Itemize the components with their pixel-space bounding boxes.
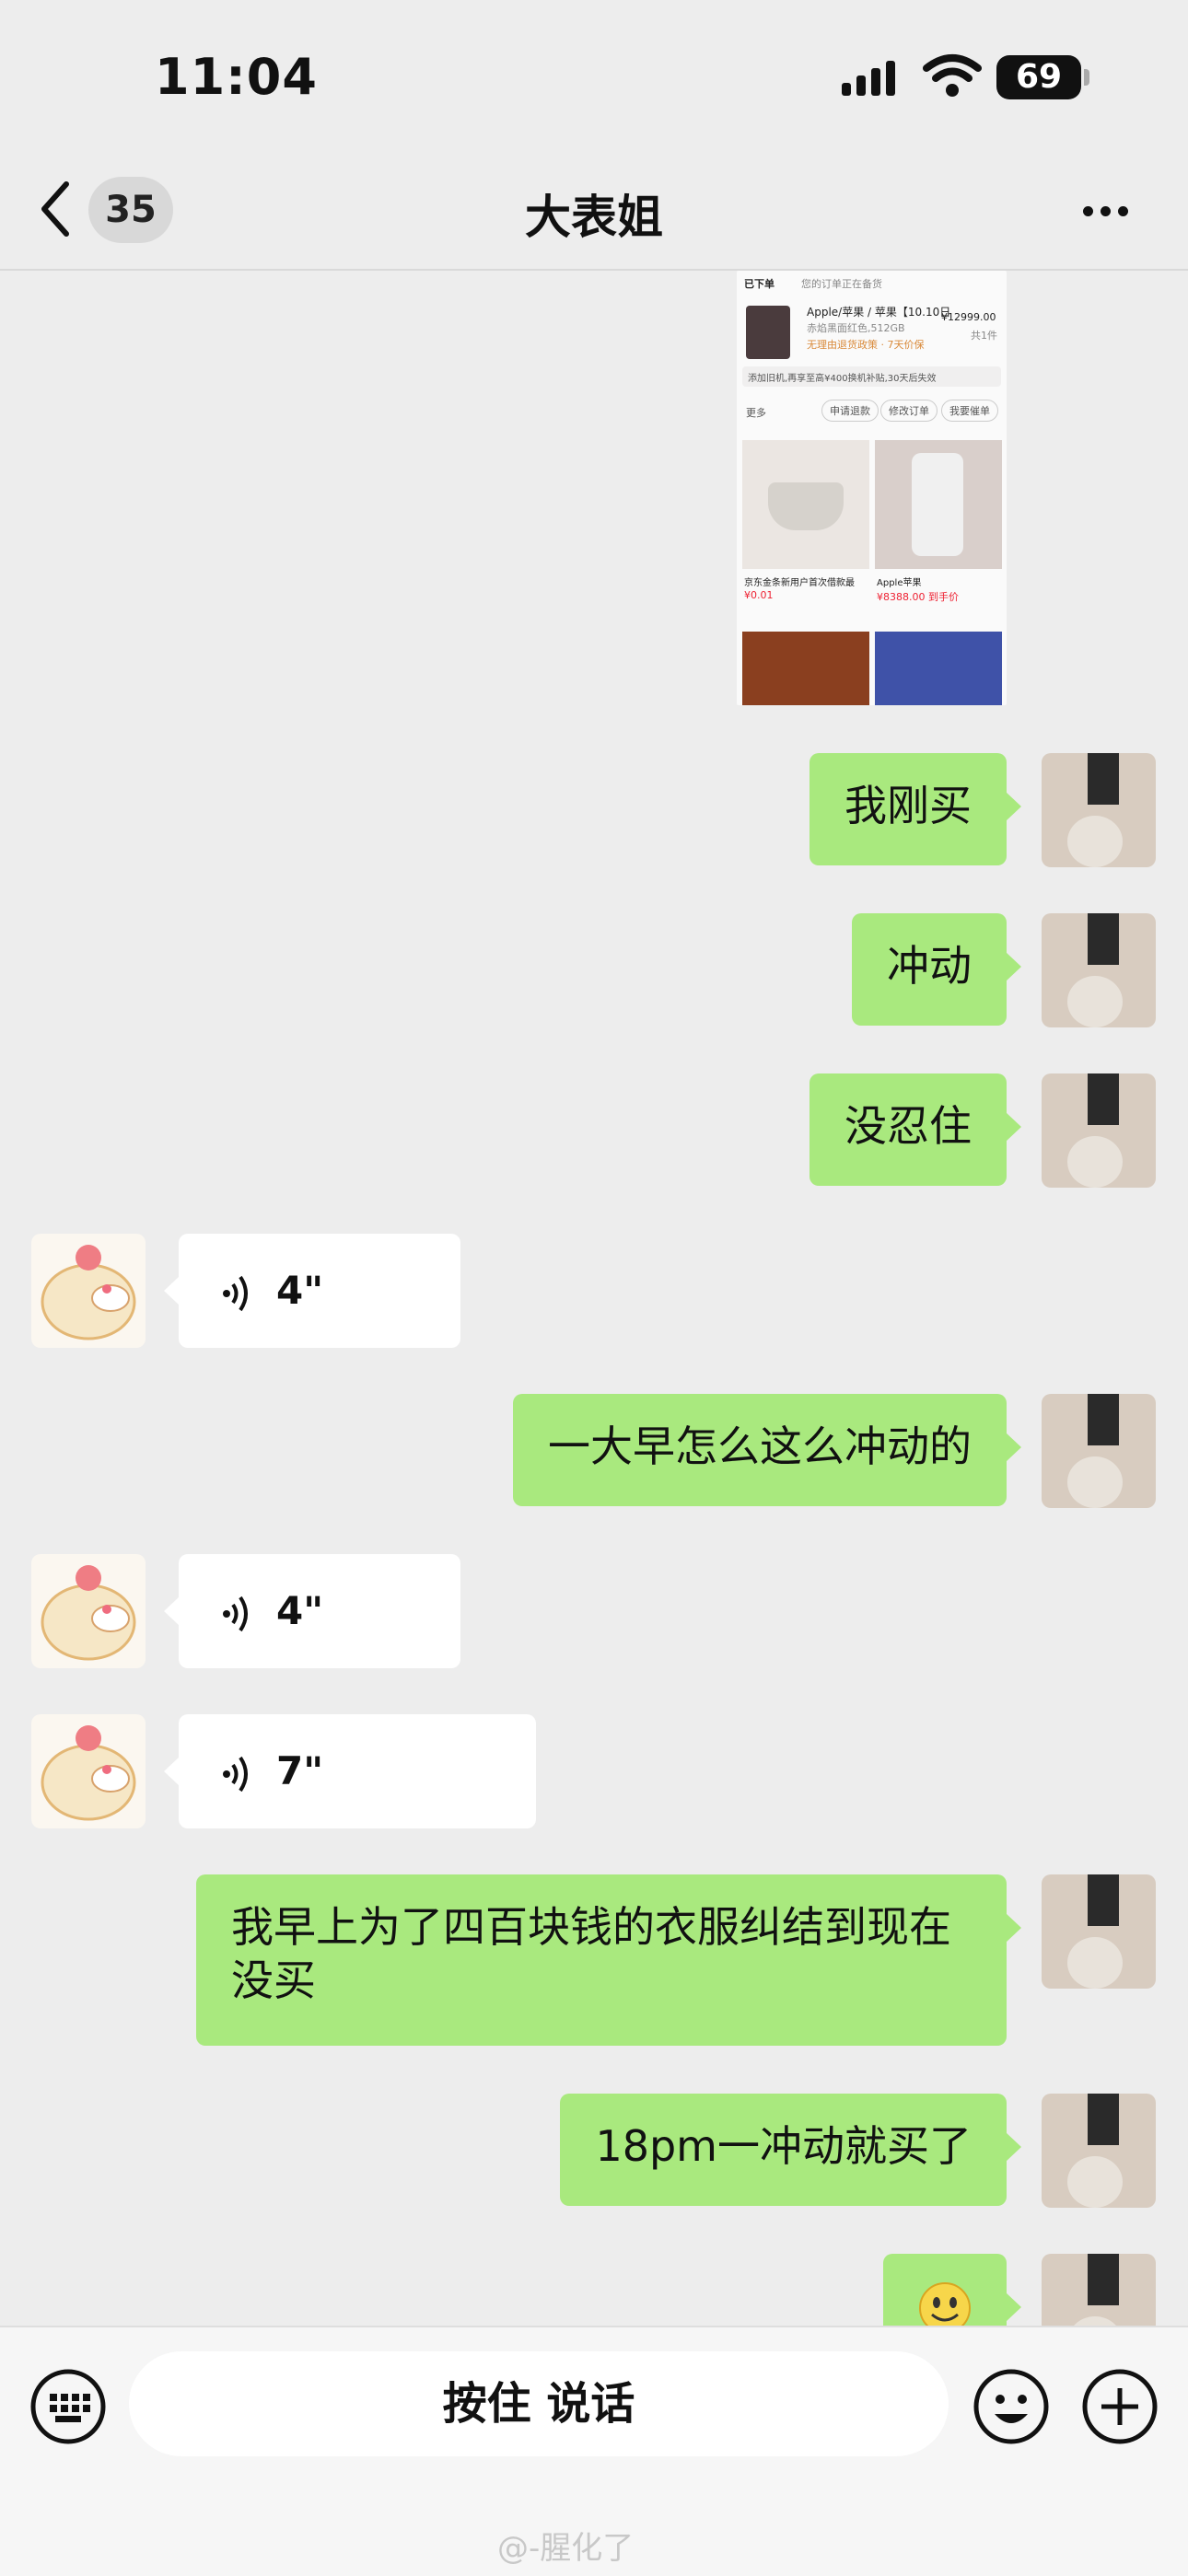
emoji-picker-icon[interactable] xyxy=(973,2368,1050,2449)
contact-avatar[interactable] xyxy=(31,1554,146,1668)
voice-duration: 4" xyxy=(276,1588,324,1633)
my-avatar[interactable] xyxy=(1042,913,1156,1027)
keyboard-toggle-icon[interactable] xyxy=(29,2368,107,2449)
voice-message-bubble[interactable]: 4" xyxy=(164,1234,460,1348)
rec1-title: 京东金条新用户首次借款最 xyxy=(744,578,855,588)
order-note: 您的订单正在备货 xyxy=(801,278,882,290)
more-functions-plus-icon[interactable] xyxy=(1081,2368,1159,2449)
refund-button: 申请退款 xyxy=(821,400,879,422)
more-link: 更多 xyxy=(746,407,766,419)
product-tag: 无理由退货政策 · 7天价保 xyxy=(807,339,925,351)
order-price: ¥12999.00 xyxy=(941,311,996,323)
rec2-title: Apple苹果 xyxy=(877,578,922,588)
voice-message-bubble[interactable]: 7" xyxy=(164,1714,536,1828)
my-avatar[interactable] xyxy=(1042,2094,1156,2208)
wifi-icon xyxy=(923,53,982,101)
message-text: 18pm一冲动就买了 xyxy=(595,2121,972,2171)
weibo-watermark: @-腥化了 xyxy=(497,2530,635,2567)
urge-order-button: 我要催单 xyxy=(941,400,998,422)
my-message-bubble[interactable]: 冲动 xyxy=(852,913,1021,1026)
message-text: 一大早怎么这么冲动的 xyxy=(548,1421,972,1471)
order-status: 已下单 xyxy=(744,278,775,290)
voice-wave-icon xyxy=(223,1595,248,1631)
contact-avatar[interactable] xyxy=(31,1714,146,1828)
product-thumbnail xyxy=(746,306,790,359)
order-qty: 共1件 xyxy=(971,330,997,342)
my-message-bubble[interactable]: 我刚买 xyxy=(809,753,1021,865)
voice-wave-icon xyxy=(223,1275,248,1311)
message-text: 我刚买 xyxy=(844,781,972,830)
my-message-bubble[interactable]: 我早上为了四百块钱的衣服纠结到现在没买 xyxy=(196,1874,1021,2046)
battery-icon: 69 xyxy=(996,55,1081,99)
message-text: 没忍住 xyxy=(844,1101,972,1151)
voice-wave-icon xyxy=(223,1756,248,1792)
rec2-price: ¥8388.00 到手价 xyxy=(877,591,959,603)
my-message-bubble[interactable]: 18pm一冲动就买了 xyxy=(560,2094,1021,2206)
rec-product-phone-image xyxy=(875,440,1002,569)
chat-title: 大表姐 xyxy=(525,191,663,244)
subsidy-note: 添加旧机,再享至高¥400换机补贴,30天后失效 xyxy=(748,374,937,384)
message-text: 冲动 xyxy=(887,941,972,991)
my-avatar[interactable] xyxy=(1042,753,1156,867)
voice-duration: 4" xyxy=(276,1268,324,1313)
my-message-bubble[interactable]: 一大早怎么这么冲动的 xyxy=(513,1394,1021,1506)
my-message-bubble[interactable]: 没忍住 xyxy=(809,1073,1021,1186)
rec1-price: ¥0.01 xyxy=(744,589,774,601)
more-options-icon[interactable] xyxy=(1083,203,1136,220)
rec-product-dryer-image xyxy=(875,632,1002,705)
message-text: 我早上为了四百块钱的衣服纠结到现在没买 xyxy=(231,1902,951,2005)
battery-nub xyxy=(1084,69,1089,86)
hold-to-talk-button[interactable]: 按住 说话 xyxy=(129,2351,949,2456)
shared-screenshot-image[interactable]: 已下单 您的订单正在备货 Apple/苹果 / 苹果【10.10日 赤焰黑面红色… xyxy=(737,271,1007,705)
rec-product-pot-image xyxy=(742,440,869,569)
my-avatar[interactable] xyxy=(1042,1874,1156,1989)
my-avatar[interactable] xyxy=(1042,1394,1156,1508)
status-time: 11:04 xyxy=(155,48,318,106)
header-divider xyxy=(0,269,1188,271)
my-avatar[interactable] xyxy=(1042,1073,1156,1188)
modify-order-button: 修改订单 xyxy=(880,400,938,422)
voice-message-bubble[interactable]: 4" xyxy=(164,1554,460,1668)
voice-duration: 7" xyxy=(276,1748,324,1793)
contact-avatar[interactable] xyxy=(31,1234,146,1348)
rec-product-coffee-image xyxy=(742,632,869,705)
cellular-signal-icon xyxy=(842,61,901,96)
product-name: Apple/苹果 / 苹果【10.10日 xyxy=(807,306,951,319)
product-spec: 赤焰黑面红色,512GB xyxy=(807,322,905,334)
